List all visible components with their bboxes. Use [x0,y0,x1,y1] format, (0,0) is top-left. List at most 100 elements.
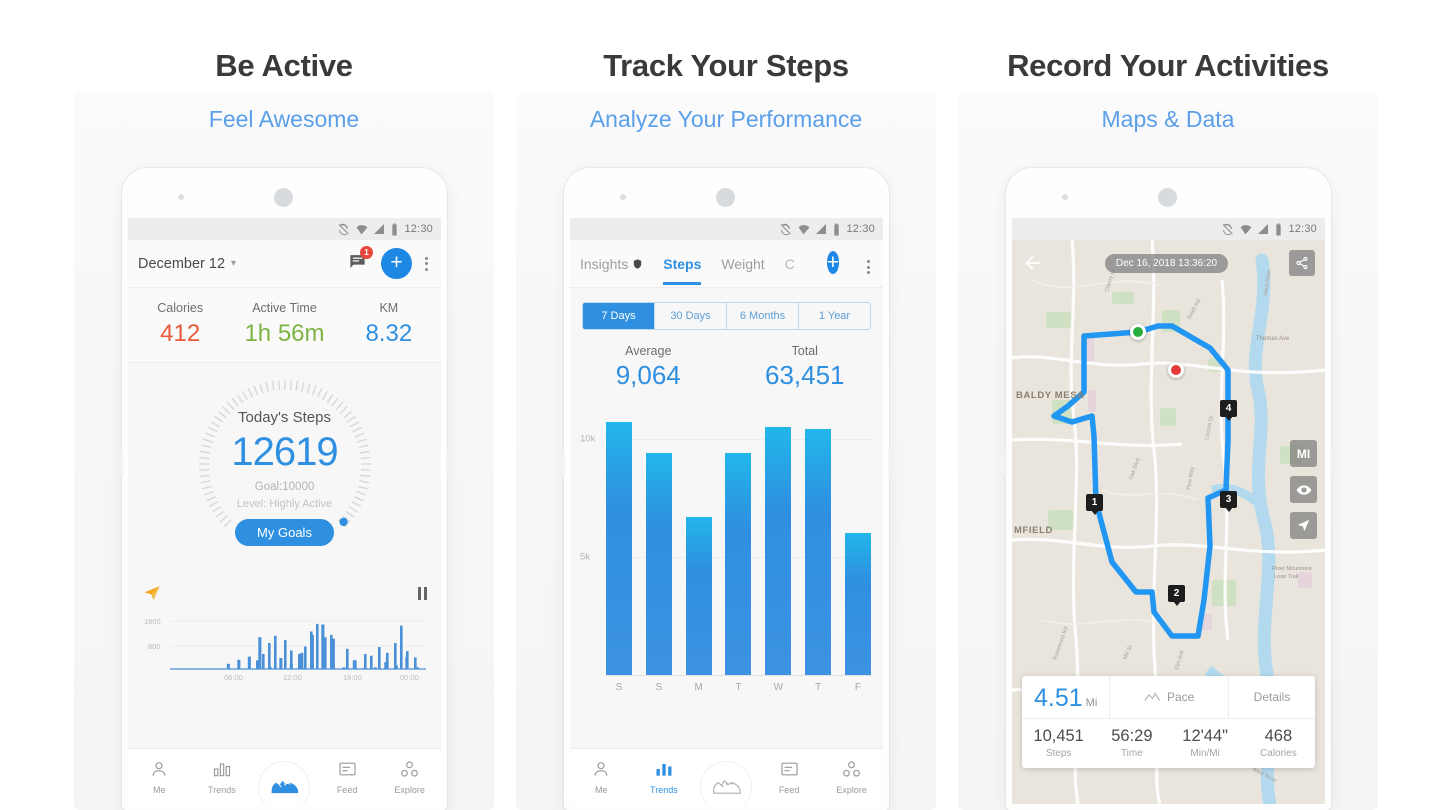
nav-item-feed[interactable]: Feed [758,759,821,795]
overflow-menu-icon[interactable] [864,257,873,277]
my-goals-button[interactable]: My Goals [235,519,334,546]
sensor-dot [178,194,184,200]
bar [844,533,871,675]
summary-calories: Calories 412 [128,301,232,348]
status-time: 12:30 [1288,223,1317,235]
dial-step-count: 12619 [231,430,338,474]
nav-item-trends[interactable]: Trends [633,759,696,795]
hourly-bar-chart: 1600 800 06:00 12:00 18:00 00:00 [144,617,426,682]
page-title: Be Active [215,48,353,83]
status-bar: 12:30 [128,218,441,240]
route-end-dot [1168,362,1184,378]
recenter-button[interactable] [1290,512,1317,539]
bar [765,426,792,675]
nav-label: Me [153,784,166,795]
status-time: 12:30 [404,223,433,235]
route-marker-4[interactable]: 4 [1220,400,1237,417]
route-start-dot [1130,324,1146,340]
nav-item-trends[interactable]: Trends [191,759,254,795]
metric-calories: 468 Calories [1242,727,1315,759]
nav-item-explore[interactable]: Explore [820,759,883,795]
sync-disabled-icon [1223,223,1234,235]
back-arrow-icon[interactable] [1022,252,1044,274]
chevron-down-icon[interactable]: ▾ [231,258,236,269]
tab-weight[interactable]: Weight [721,256,764,272]
route-marker-2[interactable]: 2 [1168,585,1185,602]
unit-toggle-button[interactable]: MI [1290,440,1317,467]
message-button[interactable]: 1 [348,245,373,276]
overflow-menu-icon[interactable] [422,254,431,274]
svg-text:06:00: 06:00 [224,673,243,682]
metric-value: 12'44" [1182,727,1228,745]
nav-label: Explore [836,784,867,795]
share-icon [1296,256,1308,270]
phone-mockup: 12:30 December 12 ▾ 1 + Calories 412 Act… [120,168,449,810]
range-selector: 7 Days 30 Days 6 Months 1 Year [582,302,871,330]
page-title: Record Your Activities [1007,48,1329,83]
phone-mockup: 12:30 BALDY MESA MFIELD Thomas Ave River… [1004,168,1333,810]
pace-tab[interactable]: Pace [1110,676,1229,718]
svg-text:MFIELD: MFIELD [1014,525,1053,536]
stat-label: Average [625,344,672,358]
tab-steps[interactable]: Steps [663,256,702,285]
metric-value: 56:29 [1111,727,1153,745]
distance-unit: Mi [1085,697,1098,709]
phone-screen: 12:30 December 12 ▾ 1 + Calories 412 Act… [128,218,441,804]
distance-block: 4.51 Mi [1022,676,1111,718]
summary-label: KM [379,301,399,315]
pause-icon[interactable] [418,586,427,600]
page-subtitle: Analyze Your Performance [589,106,863,132]
visibility-button[interactable] [1290,476,1317,503]
activity-map[interactable]: BALDY MESA MFIELD Thomas Ave River Mount… [1012,240,1325,804]
add-button[interactable]: + [826,251,839,274]
stats-row: Average 9,064 Total 63,451 [570,344,883,391]
route-marker-3[interactable]: 3 [1220,491,1237,508]
add-button[interactable]: + [381,248,412,279]
status-time: 12:30 [846,223,875,235]
summary-active-time: Active Time 1h 56m [232,301,336,348]
dial-goal: Goal:10000 [254,481,315,493]
sensor-dot [1062,194,1068,200]
weekly-steps-chart: 10k 5k S S M T W T F [580,403,873,693]
hourly-chart-section: 1600 800 06:00 12:00 18:00 00:00 [128,573,441,692]
bar [805,429,832,675]
panel-record-activities: Record Your Activities Maps & Data 12:30 [958,0,1378,810]
page-subtitle: Feel Awesome [208,106,360,132]
summary-row: Calories 412 Active Time 1h 56m KM 8.32 [128,288,441,363]
segment-7-days[interactable]: 7 Days [583,303,654,329]
metric-label: Min/Mi [1190,748,1220,759]
date-selector[interactable]: December 12 [138,256,225,272]
bar [645,452,672,675]
nav-item-me[interactable]: Me [128,759,191,795]
bar-label: S [615,682,623,693]
segment-6-months[interactable]: 6 Months [726,303,798,329]
bar-label: T [815,682,822,693]
route-marker-1[interactable]: 1 [1086,494,1103,511]
bar-label: F [854,682,862,693]
details-tab[interactable]: Details [1229,690,1315,704]
activity-fab[interactable] [700,760,753,804]
nav-item-feed[interactable]: Feed [316,759,379,795]
nav-item-explore[interactable]: Explore [378,759,441,795]
svg-text:BALDY MESA: BALDY MESA [1016,390,1085,401]
bars-container [606,403,871,675]
pace-label: Pace [1166,690,1195,704]
explore-icon [843,760,861,777]
tab-calories[interactable]: C [785,256,795,272]
tab-insights[interactable]: Insights [580,256,643,272]
activity-fab[interactable] [258,760,311,804]
bar-label: M [694,682,703,693]
segment-1-year[interactable]: 1 Year [798,303,870,329]
phone-screen: 12:30 Insights Steps Weight C + 7 Days 3… [570,218,883,804]
nav-item-me[interactable]: Me [570,759,633,795]
segment-30-days[interactable]: 30 Days [654,303,726,329]
svg-text:12:00: 12:00 [283,673,302,682]
svg-text:River Mountains: River Mountains [1272,566,1312,572]
shoe-icon [272,780,299,793]
svg-text:Loop Trail: Loop Trail [1274,574,1298,580]
nav-label: Feed [336,784,358,795]
share-button[interactable] [1288,250,1315,276]
tab-label: Insights [580,255,629,272]
battery-icon [392,223,398,235]
bottom-navigation: Me Trends Feed Explore [128,748,441,804]
